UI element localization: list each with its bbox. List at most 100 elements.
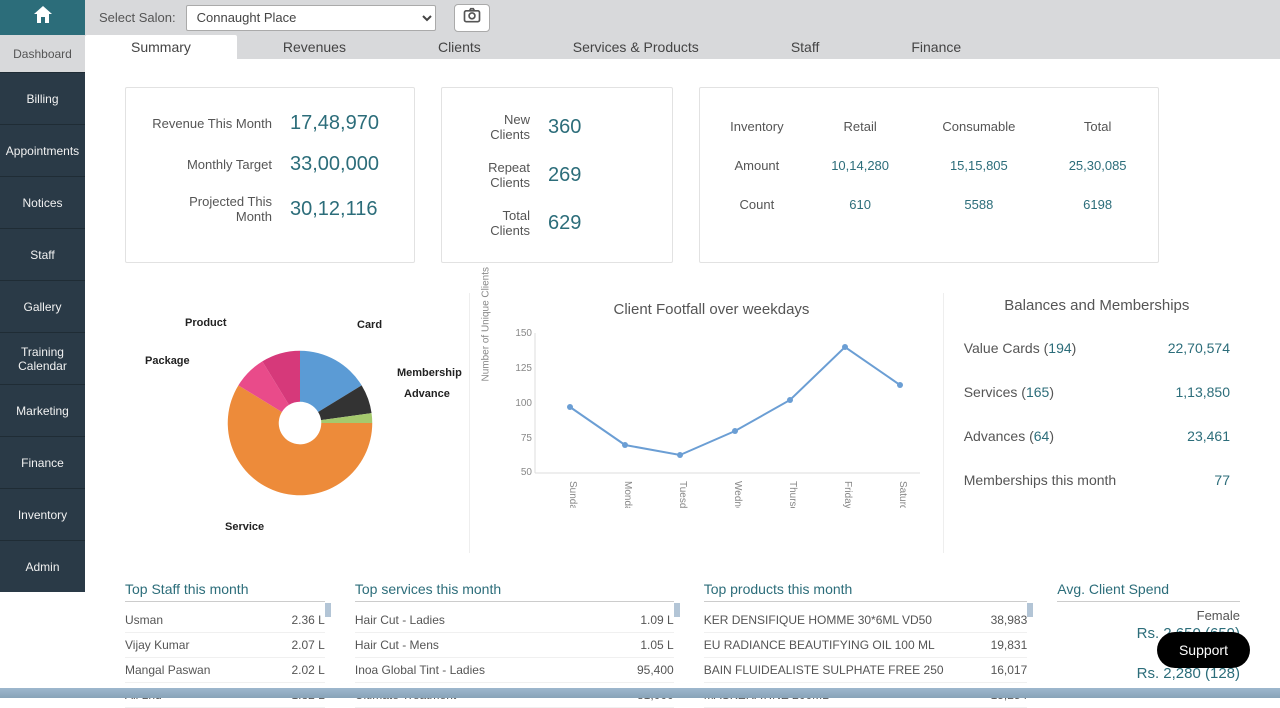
clients-value: 269 (548, 164, 648, 187)
inv-val: 15,15,805 (914, 147, 1043, 184)
support-button[interactable]: Support (1157, 632, 1250, 668)
sidebar-item-dashboard[interactable]: Dashboard (0, 35, 85, 72)
clients-card: New Clients360 Repeat Clients269 Total C… (441, 87, 673, 263)
sidebar-item-gallery[interactable]: Gallery (0, 280, 85, 332)
list-head: Avg. Client Spend (1057, 581, 1240, 602)
tab-finance[interactable]: Finance (865, 35, 1007, 59)
home-button[interactable] (0, 0, 85, 35)
rev-label: Revenue This Month (150, 116, 290, 131)
bal-title: Balances and Memberships (964, 297, 1230, 314)
svg-text:125: 125 (516, 363, 533, 374)
clients-label: New Clients (466, 112, 548, 142)
bal-value: 23,461 (1187, 428, 1230, 444)
clients-value: 360 (548, 116, 648, 139)
pie-svg (215, 323, 385, 523)
content: Revenue This Month17,48,970 Monthly Targ… (85, 59, 1280, 708)
salon-select[interactable]: Connaught Place (186, 5, 436, 31)
list-item: Usman2.36 L (125, 608, 325, 633)
line-title: Client Footfall over weekdays (480, 301, 943, 318)
balances-panel: Balances and Memberships Value Cards (19… (954, 293, 1240, 553)
inv-head: Total (1045, 108, 1150, 145)
sidebar-item-marketing[interactable]: Marketing (0, 384, 85, 436)
inv-val: 6198 (1045, 186, 1150, 223)
bal-value: 1,13,850 (1176, 384, 1231, 400)
rev-value: 17,48,970 (290, 112, 390, 135)
tab-clients[interactable]: Clients (392, 35, 527, 59)
list-head: Top Staff this month (125, 581, 325, 602)
inv-val: 10,14,280 (808, 147, 913, 184)
clients-value: 629 (548, 212, 648, 235)
rev-label: Monthly Target (150, 157, 290, 172)
list-item: EU RADIANCE BEAUTIFYING OIL 100 ML19,831 (704, 633, 1028, 658)
bal-value: 77 (1214, 472, 1230, 488)
line-chart: Client Footfall over weekdays Number of … (480, 293, 944, 553)
svg-text:Thursday: Thursday (787, 481, 798, 508)
list-head: Top services this month (355, 581, 674, 602)
salon-label: Select Salon: (99, 10, 176, 25)
tab-summary[interactable]: Summary (85, 35, 237, 59)
pie-label-advance: Advance (404, 388, 450, 400)
rev-label: Projected This Month (150, 194, 290, 224)
pie-chart: Product Card Membership Advance Package … (125, 293, 470, 553)
pie-label-service: Service (225, 521, 264, 533)
topbar: Select Salon: Connaught Place (0, 0, 1280, 35)
sidebar-item-finance[interactable]: Finance (0, 436, 85, 488)
tab-staff[interactable]: Staff (745, 35, 866, 59)
svg-text:Saturday: Saturday (897, 481, 908, 508)
sidebar-item-inventory[interactable]: Inventory (0, 488, 85, 540)
line-ylabel: Number of Unique Clients (481, 267, 492, 382)
svg-text:Wednesday: Wednesday (732, 481, 743, 508)
list-item: Hair Cut - Mens1.05 L (355, 633, 674, 658)
svg-text:Tuesday: Tuesday (677, 481, 688, 508)
inv-head: Consumable (914, 108, 1043, 145)
inventory-card: InventoryRetailConsumableTotal Amount10,… (699, 87, 1159, 263)
screenshot-button[interactable] (454, 4, 490, 32)
svg-text:Monday: Monday (622, 481, 633, 508)
camera-icon (462, 5, 482, 30)
rev-value: 33,00,000 (290, 153, 390, 176)
clients-label: Total Clients (466, 208, 548, 238)
spend-label: Female (1057, 608, 1240, 623)
pie-label-membership: Membership (397, 367, 462, 379)
inv-label: Count (708, 186, 806, 223)
list-item: Mangal Paswan2.02 L (125, 658, 325, 683)
sidebar-item-staff[interactable]: Staff (0, 228, 85, 280)
inv-head: Retail (808, 108, 913, 145)
home-icon (31, 3, 55, 32)
list-item: Inoa Global Tint - Ladies95,400 (355, 658, 674, 683)
sidebar-item-training[interactable]: Training Calendar (0, 332, 85, 384)
svg-text:50: 50 (521, 467, 533, 478)
rev-value: 30,12,116 (290, 198, 390, 221)
pie-label-card: Card (357, 319, 382, 331)
clients-label: Repeat Clients (466, 160, 548, 190)
inv-val: 610 (808, 186, 913, 223)
inventory-table: InventoryRetailConsumableTotal Amount10,… (706, 106, 1152, 225)
list-item: Hair Cut - Ladies1.09 L (355, 608, 674, 633)
sidebar-item-appointments[interactable]: Appointments (0, 124, 85, 176)
scroll-thumb[interactable] (674, 603, 680, 617)
footer-bar (0, 688, 1280, 698)
list-item: KER DENSIFIQUE HOMME 30*6ML VD5038,983 (704, 608, 1028, 633)
svg-text:Sunday: Sunday (567, 481, 578, 508)
inv-label: Amount (708, 147, 806, 184)
scroll-thumb[interactable] (325, 603, 331, 617)
svg-text:75: 75 (521, 433, 533, 444)
tabs: Summary Revenues Clients Services & Prod… (0, 35, 1280, 59)
pie-label-product: Product (185, 317, 227, 329)
svg-text:100: 100 (516, 398, 533, 409)
sidebar-item-notices[interactable]: Notices (0, 176, 85, 228)
sidebar: Dashboard Billing Appointments Notices S… (0, 35, 85, 592)
list-item: BAIN FLUIDEALISTE SULPHATE FREE 25016,01… (704, 658, 1028, 683)
tab-revenues[interactable]: Revenues (237, 35, 392, 59)
revenue-card: Revenue This Month17,48,970 Monthly Targ… (125, 87, 415, 263)
sidebar-item-billing[interactable]: Billing (0, 72, 85, 124)
svg-text:Friday: Friday (842, 481, 853, 508)
list-item: Vijay Kumar2.07 L (125, 633, 325, 658)
inv-val: 25,30,085 (1045, 147, 1150, 184)
scroll-thumb[interactable] (1027, 603, 1033, 617)
inv-head: Inventory (708, 108, 806, 145)
tab-services-products[interactable]: Services & Products (527, 35, 745, 59)
line-svg: 1501251007550 SundayMondayTuesdayWednesd… (510, 323, 940, 508)
sidebar-item-admin[interactable]: Admin (0, 540, 85, 592)
pie-label-package: Package (145, 355, 190, 367)
